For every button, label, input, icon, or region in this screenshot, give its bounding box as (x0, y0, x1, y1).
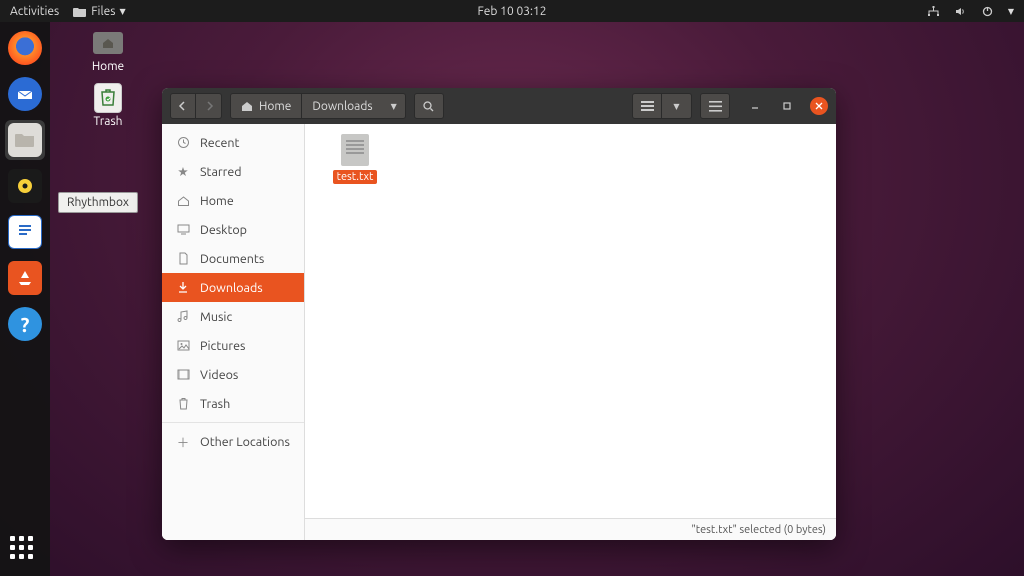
status-bar: "test.txt" selected (0 bytes) (305, 518, 836, 540)
trash-icon (176, 397, 190, 410)
star-icon: ★ (176, 164, 190, 179)
path-home[interactable]: Home (231, 94, 302, 118)
sidebar-item-trash[interactable]: Trash (162, 389, 304, 418)
view-options-button[interactable]: ▼ (662, 93, 692, 119)
file-label: test.txt (333, 170, 378, 184)
dock-files[interactable] (5, 120, 45, 160)
home-icon (241, 100, 253, 112)
sidebar-item-videos[interactable]: Videos (162, 360, 304, 389)
sidebar-item-label: Other Locations (200, 435, 290, 449)
sidebar-item-starred[interactable]: ★ Starred (162, 157, 304, 186)
dock-tooltip: Rhythmbox (58, 192, 138, 213)
download-icon (176, 281, 190, 294)
network-icon[interactable] (923, 5, 944, 18)
sidebar-item-pictures[interactable]: Pictures (162, 331, 304, 360)
sidebar-item-home[interactable]: Home (162, 186, 304, 215)
sidebar: Recent ★ Starred Home Desktop Documents D… (162, 124, 305, 540)
sidebar-item-label: Documents (200, 252, 264, 266)
dock-thunderbird[interactable] (5, 74, 45, 114)
power-icon[interactable] (977, 5, 998, 18)
app-grid-button[interactable] (10, 536, 40, 566)
sidebar-item-label: Downloads (200, 281, 263, 295)
view-list-button[interactable] (632, 93, 662, 119)
chevron-down-icon: ▼ (391, 102, 397, 111)
top-bar: Activities Files ▼ Feb 10 03:12 ▼ (0, 0, 1024, 22)
sidebar-item-label: Pictures (200, 339, 245, 353)
sidebar-item-desktop[interactable]: Desktop (162, 215, 304, 244)
volume-icon[interactable] (950, 5, 971, 18)
folder-icon (73, 6, 87, 17)
text-file-icon (341, 134, 369, 166)
chevron-down-icon: ▼ (119, 7, 125, 16)
sidebar-item-downloads[interactable]: Downloads (162, 273, 304, 302)
sidebar-item-label: Recent (200, 136, 239, 150)
close-button[interactable] (810, 97, 828, 115)
dock-firefox[interactable] (5, 28, 45, 68)
sidebar-separator (162, 422, 304, 423)
back-button[interactable] (170, 93, 196, 119)
sidebar-item-recent[interactable]: Recent (162, 128, 304, 157)
sidebar-item-music[interactable]: Music (162, 302, 304, 331)
desktop-icon (176, 224, 190, 235)
path-home-label: Home (259, 100, 291, 113)
pathbar[interactable]: Home Downloads ▼ (230, 93, 406, 119)
clock-icon (176, 136, 190, 149)
hamburger-menu[interactable] (700, 93, 730, 119)
sidebar-item-label: Trash (200, 397, 230, 411)
desktop-home[interactable]: Home (78, 28, 138, 73)
chevron-down-icon[interactable]: ▼ (1004, 7, 1018, 16)
dock-software[interactable] (5, 258, 45, 298)
trash-icon (94, 83, 122, 113)
titlebar[interactable]: Home Downloads ▼ ▼ (162, 88, 836, 124)
desktop-trash[interactable]: Trash (78, 83, 138, 128)
desktop-home-label: Home (92, 60, 124, 73)
search-button[interactable] (414, 93, 444, 119)
content-area[interactable]: test.txt "test.txt" selected (0 bytes) (305, 124, 836, 540)
music-icon (176, 310, 190, 323)
sidebar-item-label: Starred (200, 165, 242, 179)
videos-icon (176, 369, 190, 380)
path-downloads[interactable]: Downloads (302, 94, 382, 118)
dock-libreoffice[interactable] (5, 212, 45, 252)
app-menu-label: Files (91, 5, 115, 18)
status-text: "test.txt" selected (0 bytes) (691, 524, 826, 536)
documents-icon (176, 252, 190, 265)
plus-icon: ＋ (176, 432, 190, 451)
sidebar-item-label: Home (200, 194, 234, 208)
activities-button[interactable]: Activities (6, 5, 63, 18)
maximize-button[interactable] (778, 97, 796, 115)
sidebar-item-other-locations[interactable]: ＋ Other Locations (162, 427, 304, 456)
dock-rhythmbox[interactable] (5, 166, 45, 206)
file-item[interactable]: test.txt (315, 134, 395, 184)
path-downloads-label: Downloads (312, 100, 372, 113)
sidebar-item-label: Desktop (200, 223, 247, 237)
sidebar-item-documents[interactable]: Documents (162, 244, 304, 273)
desktop-icons: Home Trash (78, 28, 138, 128)
forward-button[interactable] (196, 93, 222, 119)
sidebar-item-label: Videos (200, 368, 238, 382)
app-menu[interactable]: Files ▼ (69, 5, 129, 18)
files-window: Home Downloads ▼ ▼ Recent ★ Starred Home … (162, 88, 836, 540)
minimize-button[interactable] (746, 97, 764, 115)
sidebar-item-label: Music (200, 310, 232, 324)
home-icon (176, 194, 190, 207)
home-folder-icon (93, 32, 123, 54)
chevron-down-icon: ▼ (673, 102, 679, 111)
dock: ? (0, 22, 50, 576)
path-menu-button[interactable]: ▼ (383, 94, 405, 118)
pictures-icon (176, 340, 190, 351)
clock[interactable]: Feb 10 03:12 (477, 5, 546, 18)
desktop-trash-label: Trash (93, 115, 122, 128)
dock-help[interactable]: ? (5, 304, 45, 344)
